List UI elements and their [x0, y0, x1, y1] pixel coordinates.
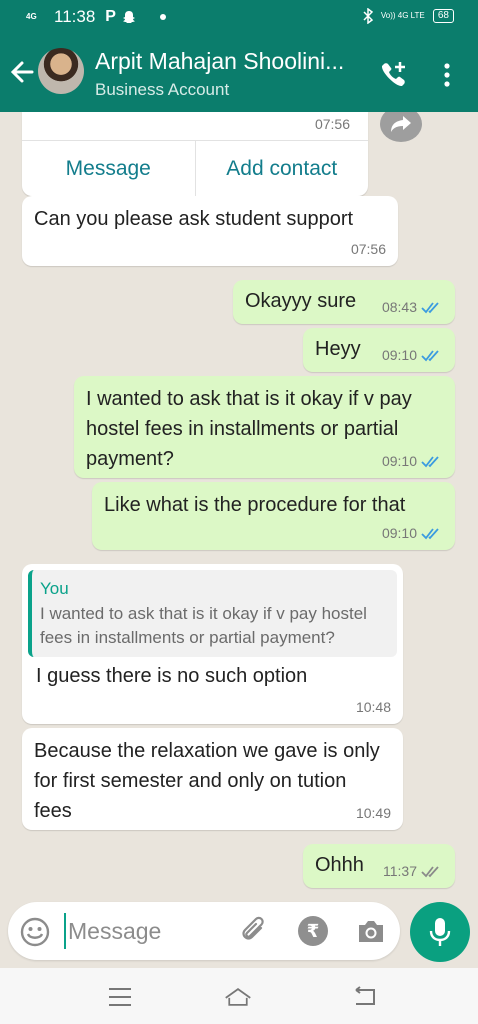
delivered-ticks-icon: [421, 865, 439, 877]
snapchat-icon: [122, 11, 135, 23]
contact-card: 07:56 Message Add contact: [22, 112, 368, 196]
message-text: Because the relaxation we gave is only f…: [34, 740, 380, 822]
battery-indicator: 68: [432, 9, 454, 23]
forward-button[interactable]: [380, 112, 422, 142]
chat-header: Arpit Mahajan Shoolini... Business Accou…: [0, 34, 478, 112]
emoji-icon[interactable]: [20, 917, 50, 947]
outgoing-message[interactable]: I wanted to ask that is it okay if v pay…: [74, 376, 455, 478]
menu-dots-icon[interactable]: [440, 62, 454, 88]
add-contact-button[interactable]: Add contact: [194, 141, 369, 196]
contact-name[interactable]: Arpit Mahajan Shoolini...: [95, 48, 375, 75]
message-contact-button[interactable]: Message: [22, 141, 195, 196]
mic-icon: [429, 918, 451, 946]
business-account-label[interactable]: Business Account: [95, 80, 229, 100]
message-text: Can you please ask student support: [34, 208, 354, 230]
nav-menu-icon[interactable]: [106, 984, 134, 1010]
back-arrow-icon[interactable]: [8, 56, 36, 88]
clock: 11:38: [54, 7, 96, 26]
chat-area[interactable]: 07:56 Message Add contact Can you please…: [0, 112, 478, 902]
read-ticks-icon: [421, 527, 439, 539]
message-time: 10:49: [355, 805, 391, 821]
quote-text: I wanted to ask that is it okay if v pay…: [40, 603, 367, 648]
dot-indicator: [159, 14, 166, 20]
message-time: 07:56: [314, 116, 350, 132]
outgoing-message[interactable]: Like what is the procedure for that 09:1…: [92, 482, 455, 550]
outgoing-message[interactable]: Ohhh 11:37: [303, 844, 455, 888]
forward-icon: [391, 116, 411, 132]
message-input[interactable]: [64, 913, 234, 949]
message-text: Okayyy sure: [245, 290, 357, 312]
lte-indicator: Vo)) 4G LTE: [380, 11, 425, 20]
message-time: 07:56: [350, 241, 386, 257]
bluetooth-icon: [363, 8, 373, 24]
notification-app-icon: P: [105, 8, 116, 25]
message-time: 11:37: [383, 863, 417, 879]
mic-button[interactable]: [410, 902, 470, 962]
camera-icon[interactable]: [356, 917, 386, 945]
network-indicator: 4G: [26, 12, 37, 21]
nav-back-icon[interactable]: [350, 984, 378, 1010]
call-add-icon[interactable]: [378, 60, 408, 90]
message-time: 10:48: [355, 699, 391, 715]
quote-author: You: [40, 579, 69, 598]
incoming-message[interactable]: Because the relaxation we gave is only f…: [22, 728, 403, 830]
message-time: 08:43: [381, 299, 417, 315]
system-navigation-bar: [0, 968, 478, 1024]
message-composer: ₹: [8, 902, 400, 960]
message-text: Like what is the procedure for that: [104, 494, 406, 516]
read-ticks-icon: [421, 455, 439, 467]
quoted-message[interactable]: You I wanted to ask that is it okay if v…: [28, 570, 397, 657]
message-text: I wanted to ask that is it okay if v pay…: [86, 388, 412, 470]
outgoing-message[interactable]: Okayyy sure 08:43: [233, 280, 455, 324]
message-time: 09:10: [381, 453, 417, 469]
message-text: Heyy: [315, 338, 361, 360]
top-bar: 4G 11:38 P Vo)) 4G LTE 68 Arpit Mahajan …: [0, 0, 478, 112]
read-ticks-icon: [421, 349, 439, 361]
attach-icon[interactable]: [240, 916, 270, 946]
message-text: I guess there is no such option: [36, 664, 308, 687]
message-text: Ohhh: [315, 854, 364, 876]
incoming-message[interactable]: Can you please ask student support 07:56: [22, 196, 398, 266]
message-time: 09:10: [381, 347, 417, 363]
rupee-icon[interactable]: ₹: [298, 916, 328, 946]
nav-home-icon[interactable]: [224, 984, 252, 1010]
read-ticks-icon: [421, 301, 439, 313]
message-time: 09:10: [381, 525, 417, 541]
status-bar: 4G 11:38 P Vo)) 4G LTE 68: [0, 0, 478, 34]
incoming-reply-message[interactable]: You I wanted to ask that is it okay if v…: [22, 564, 403, 724]
outgoing-message[interactable]: Heyy 09:10: [303, 328, 455, 372]
avatar[interactable]: [38, 48, 84, 94]
